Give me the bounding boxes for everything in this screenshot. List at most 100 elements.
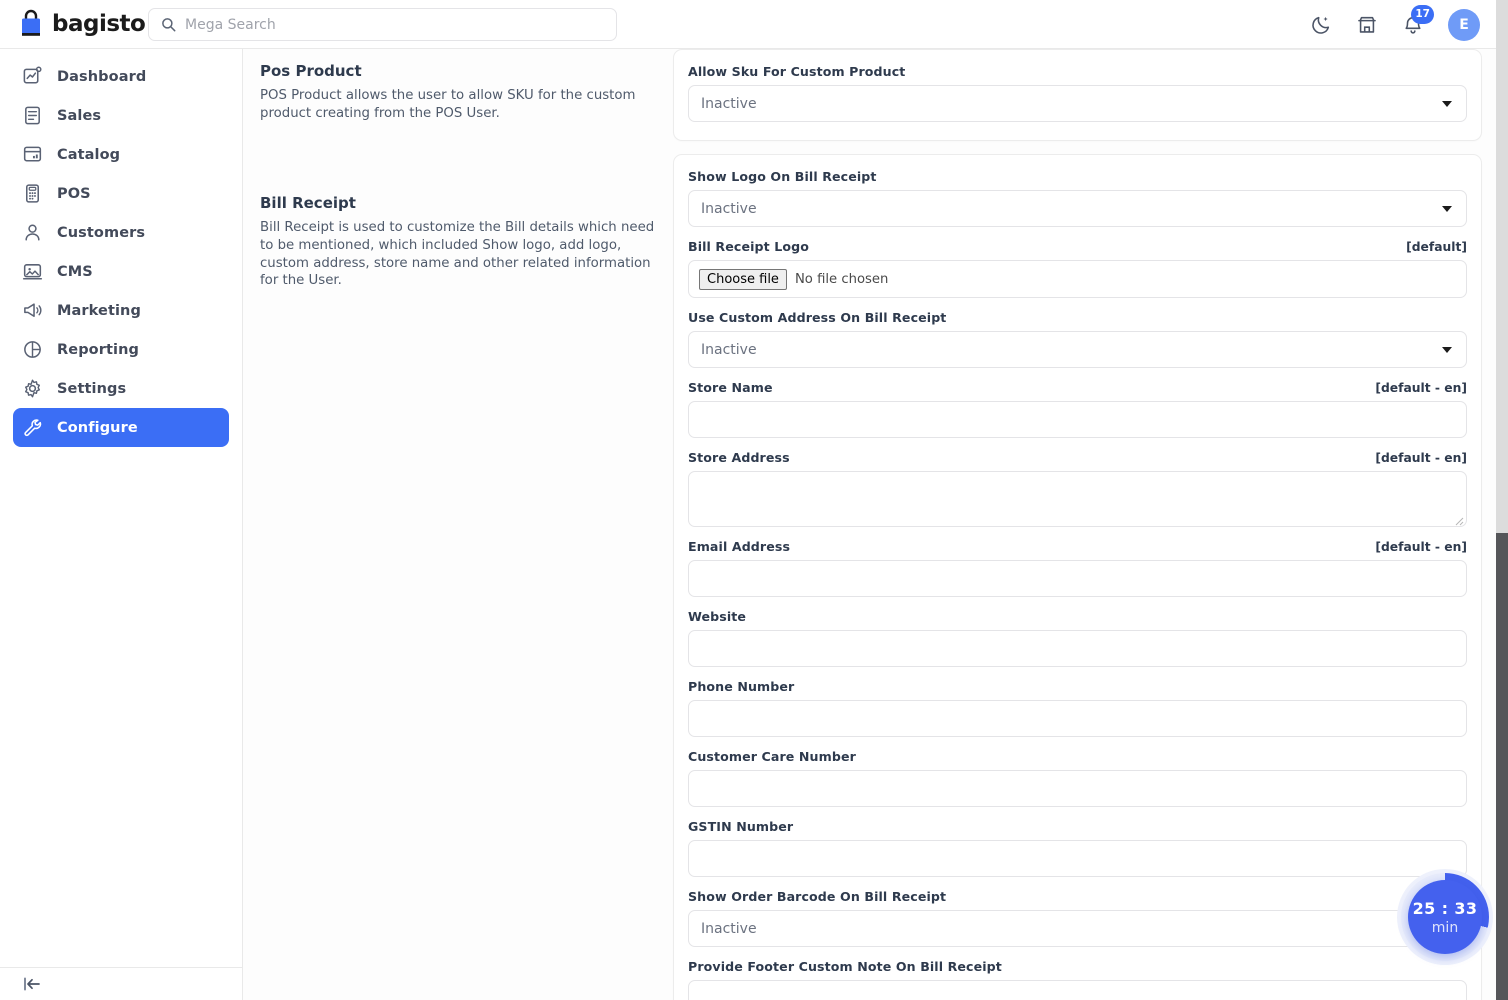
field-bill-receipt-logo: Bill Receipt Logo [default] Choose file … <box>688 239 1467 298</box>
allow-sku-select[interactable]: Inactive <box>688 85 1467 122</box>
field-label: Use Custom Address On Bill Receipt <box>688 310 947 325</box>
field-label: Show Order Barcode On Bill Receipt <box>688 889 947 904</box>
sidebar-item-settings[interactable]: Settings <box>13 369 229 408</box>
field-locale-tag: [default] <box>1406 240 1467 254</box>
search-bar[interactable] <box>148 8 617 41</box>
file-status-text: No file chosen <box>794 271 889 287</box>
store-front-icon[interactable] <box>1356 14 1378 36</box>
field-locale-tag: [default - en] <box>1375 540 1467 554</box>
sidebar-item-catalog[interactable]: Catalog <box>13 135 229 174</box>
sidebar-item-label: CMS <box>57 263 93 280</box>
section-descriptions: Pos Product POS Product allows the user … <box>243 49 673 1000</box>
sidebar-item-customers[interactable]: Customers <box>13 213 229 252</box>
brand-logo[interactable]: bagisto <box>18 9 148 39</box>
field-label: Allow Sku For Custom Product <box>688 64 906 79</box>
field-website: Website <box>688 609 1467 667</box>
sidebar-item-label: Dashboard <box>57 68 147 85</box>
notification-badge: 17 <box>1411 4 1434 24</box>
session-timer[interactable]: 25 : 33 min <box>1397 869 1493 965</box>
sidebar: Dashboard Sales Catalog POS Customers CM… <box>0 49 243 1000</box>
choose-file-button[interactable]: Choose file <box>699 268 787 290</box>
resize-handle-icon[interactable] <box>1453 514 1464 526</box>
select-value: Inactive <box>701 341 757 358</box>
sidebar-item-sales[interactable]: Sales <box>13 96 229 135</box>
brand-name: bagisto <box>52 11 146 37</box>
dashboard-icon <box>22 66 43 87</box>
field-label: Bill Receipt Logo <box>688 239 809 254</box>
field-email-address: Email Address [default - en] <box>688 539 1467 597</box>
field-label: GSTIN Number <box>688 819 794 834</box>
sales-icon <box>22 105 43 126</box>
store-address-textarea[interactable] <box>688 471 1467 527</box>
sidebar-item-label: Customers <box>57 224 146 241</box>
section-description: POS Product allows the user to allow SKU… <box>260 88 636 121</box>
sidebar-item-configure[interactable]: Configure <box>13 408 229 447</box>
section-title: Pos Product <box>260 62 362 80</box>
field-label: Store Address <box>688 450 790 465</box>
chevron-down-icon <box>1442 205 1452 212</box>
customer-care-number-input[interactable] <box>688 770 1467 807</box>
sidebar-item-label: POS <box>57 185 91 202</box>
email-address-input[interactable] <box>688 560 1467 597</box>
sidebar-nav: Dashboard Sales Catalog POS Customers CM… <box>0 49 242 447</box>
top-header: bagisto 17 <box>0 0 1496 49</box>
sidebar-item-pos[interactable]: POS <box>13 174 229 213</box>
dark-mode-icon[interactable] <box>1310 14 1332 36</box>
header-actions: 17 E <box>1310 0 1480 49</box>
notifications-button[interactable]: 17 <box>1402 4 1434 36</box>
sidebar-item-marketing[interactable]: Marketing <box>13 291 229 330</box>
sidebar-item-cms[interactable]: CMS <box>13 252 229 291</box>
search-icon <box>161 17 176 32</box>
field-customer-care-number: Customer Care Number <box>688 749 1467 807</box>
field-label: Email Address <box>688 539 791 554</box>
field-label: Phone Number <box>688 679 795 694</box>
field-gstin-number: GSTIN Number <box>688 819 1467 877</box>
reporting-icon <box>22 339 43 360</box>
sidebar-item-label: Catalog <box>57 146 121 163</box>
section-description: Bill Receipt is used to customize the Bi… <box>260 220 655 289</box>
wrench-icon <box>22 417 43 438</box>
footer-custom-note-textarea[interactable] <box>688 980 1467 1000</box>
sidebar-item-reporting[interactable]: Reporting <box>13 330 229 369</box>
store-name-input[interactable] <box>688 401 1467 438</box>
search-input[interactable] <box>185 16 604 33</box>
field-show-order-barcode-on-bill-receipt: Show Order Barcode On Bill Receipt Inact… <box>688 889 1467 947</box>
bag-icon <box>18 9 44 39</box>
sidebar-item-dashboard[interactable]: Dashboard <box>13 57 229 96</box>
sidebar-item-label: Settings <box>57 380 127 397</box>
catalog-icon <box>22 144 43 165</box>
show-order-barcode-select[interactable]: Inactive <box>688 910 1467 947</box>
sidebar-footer <box>0 967 242 1000</box>
chevron-down-icon <box>1442 346 1452 353</box>
field-locale-tag: [default - en] <box>1375 451 1467 465</box>
field-store-address: Store Address [default - en] <box>688 450 1467 527</box>
field-label: Provide Footer Custom Note On Bill Recei… <box>688 959 1002 974</box>
avatar[interactable]: E <box>1448 8 1480 41</box>
use-custom-address-select[interactable]: Inactive <box>688 331 1467 368</box>
field-label: Show Logo On Bill Receipt <box>688 169 877 184</box>
gstin-number-input[interactable] <box>688 840 1467 877</box>
customers-icon <box>22 222 43 243</box>
field-allow-sku-for-custom-product: Allow Sku For Custom Product Inactive <box>688 64 1467 122</box>
show-logo-select[interactable]: Inactive <box>688 190 1467 227</box>
phone-number-input[interactable] <box>688 700 1467 737</box>
timer-core: 25 : 33 min <box>1408 880 1482 954</box>
timer-time: 25 : 33 <box>1412 898 1478 918</box>
field-label: Website <box>688 609 747 624</box>
select-value: Inactive <box>701 200 757 217</box>
field-show-logo-on-bill-receipt: Show Logo On Bill Receipt Inactive <box>688 169 1467 227</box>
collapse-sidebar-icon[interactable] <box>21 973 43 995</box>
section-bill-receipt: Bill Receipt Bill Receipt is used to cus… <box>260 194 655 290</box>
sidebar-item-label: Marketing <box>57 302 141 319</box>
settings-form: Allow Sku For Custom Product Inactive Sh… <box>673 49 1496 1000</box>
card-pos-product: Allow Sku For Custom Product Inactive <box>673 49 1482 141</box>
field-locale-tag: [default - en] <box>1375 381 1467 395</box>
field-label: Customer Care Number <box>688 749 856 764</box>
chevron-down-icon <box>1442 100 1452 107</box>
page-scrollbar-thumb[interactable] <box>1496 533 1508 1000</box>
section-title: Bill Receipt <box>260 194 356 213</box>
cms-icon <box>22 261 43 282</box>
bill-receipt-logo-file-input[interactable]: Choose file No file chosen <box>688 260 1467 298</box>
website-input[interactable] <box>688 630 1467 667</box>
select-value: Inactive <box>701 920 757 937</box>
